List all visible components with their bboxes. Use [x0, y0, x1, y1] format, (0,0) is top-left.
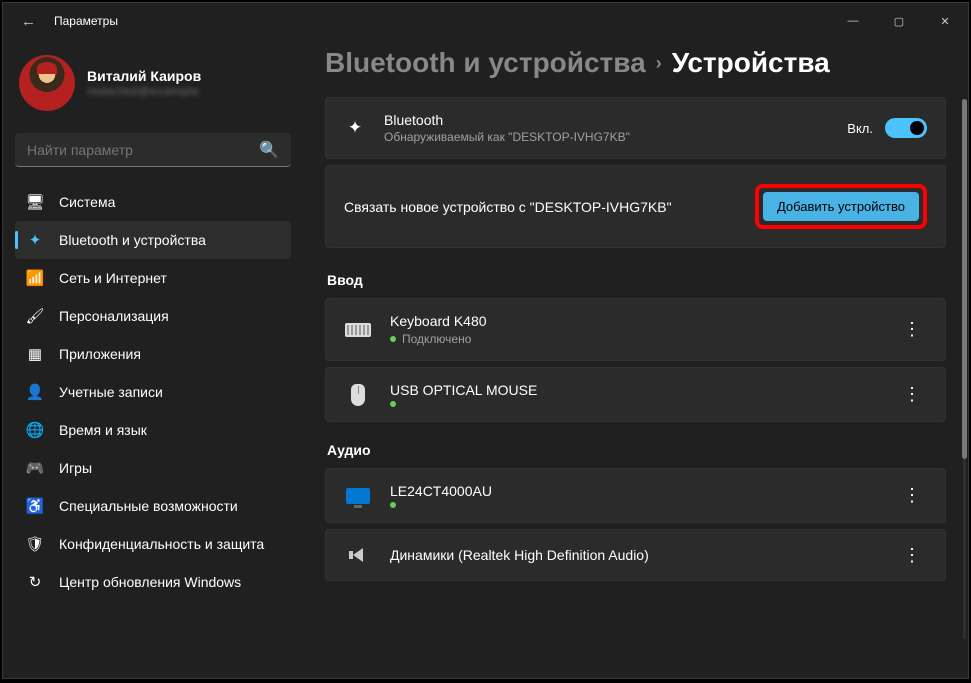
- main-content: Bluetooth и устройства › Устройства ✦ Bl…: [303, 39, 968, 678]
- device-name: Keyboard K480: [390, 313, 487, 329]
- status-dot: [390, 336, 396, 342]
- user-profile[interactable]: Виталий Каиров redacted@example: [15, 51, 291, 115]
- window-controls: ― ▢ ✕: [830, 3, 968, 39]
- settings-window: ← Параметры ― ▢ ✕ Виталий Каиров redacte…: [2, 2, 969, 679]
- add-device-button[interactable]: Добавить устройство: [763, 192, 919, 221]
- nav-label: Система: [59, 194, 115, 210]
- search-icon: 🔍: [259, 140, 279, 160]
- nav-network[interactable]: 📶 Сеть и Интернет: [15, 259, 291, 297]
- search-input[interactable]: [27, 142, 259, 158]
- breadcrumb: Bluetooth и устройства › Устройства: [325, 47, 946, 79]
- nav-label: Игры: [59, 460, 92, 476]
- pair-device-card: Связать новое устройство с "DESKTOP-IVHG…: [325, 165, 946, 248]
- mouse-icon: [344, 384, 372, 406]
- nav-apps[interactable]: ▦ Приложения: [15, 335, 291, 373]
- nav-accounts[interactable]: 👤 Учетные записи: [15, 373, 291, 411]
- bluetooth-toggle-card: ✦ Bluetooth Обнаруживаемый как "DESKTOP-…: [325, 97, 946, 159]
- nav-time[interactable]: 🌐 Время и язык: [15, 411, 291, 449]
- device-status: [390, 401, 537, 407]
- maximize-button[interactable]: ▢: [876, 3, 922, 39]
- titlebar: ← Параметры ― ▢ ✕: [3, 3, 968, 39]
- scrollbar-thumb[interactable]: [962, 99, 967, 459]
- device-row-monitor[interactable]: LE24CT4000AU ⋮: [325, 468, 946, 523]
- nav-label: Конфиденциальность и защита: [59, 536, 264, 552]
- shield-icon: 🛡: [25, 534, 45, 554]
- device-row-keyboard[interactable]: Keyboard K480 Подключено ⋮: [325, 298, 946, 361]
- monitor-icon: [344, 485, 372, 507]
- nav-label: Сеть и Интернет: [59, 270, 167, 286]
- device-name: USB OPTICAL MOUSE: [390, 382, 537, 398]
- toggle-state-label: Вкл.: [847, 121, 873, 136]
- search-box[interactable]: 🔍: [15, 133, 291, 167]
- gamepad-icon: 🎮: [25, 458, 45, 478]
- device-row-speakers[interactable]: Динамики (Realtek High Definition Audio)…: [325, 529, 946, 581]
- section-title-audio: Аудио: [327, 442, 946, 458]
- more-options-button[interactable]: ⋮: [899, 384, 927, 405]
- nav-bluetooth[interactable]: ✦ Bluetooth и устройства: [15, 221, 291, 259]
- apps-icon: ▦: [25, 344, 45, 364]
- chevron-right-icon: ›: [656, 53, 662, 74]
- system-icon: 🖥: [25, 192, 45, 212]
- device-status: [390, 502, 492, 508]
- breadcrumb-current: Устройства: [672, 47, 830, 79]
- nav-label: Приложения: [59, 346, 141, 362]
- nav-label: Специальные возможности: [59, 498, 238, 514]
- nav-accessibility[interactable]: ♿ Специальные возможности: [15, 487, 291, 525]
- nav-gaming[interactable]: 🎮 Игры: [15, 449, 291, 487]
- device-name: LE24CT4000AU: [390, 483, 492, 499]
- close-button[interactable]: ✕: [922, 3, 968, 39]
- nav-label: Учетные записи: [59, 384, 163, 400]
- bluetooth-title: Bluetooth: [384, 112, 630, 128]
- nav-label: Персонализация: [59, 308, 169, 324]
- globe-icon: 🌐: [25, 420, 45, 440]
- keyboard-icon: [344, 319, 372, 341]
- bluetooth-subtitle: Обнаруживаемый как "DESKTOP-IVHG7KB": [384, 130, 630, 144]
- nav-privacy[interactable]: 🛡 Конфиденциальность и защита: [15, 525, 291, 563]
- bluetooth-toggle[interactable]: [885, 118, 927, 138]
- avatar: [19, 55, 75, 111]
- bluetooth-icon: ✦: [344, 118, 366, 138]
- nav-label: Время и язык: [59, 422, 147, 438]
- wifi-icon: 📶: [25, 268, 45, 288]
- window-title: Параметры: [54, 14, 118, 28]
- nav-list: 🖥 Система ✦ Bluetooth и устройства 📶 Сеть и…: [15, 183, 291, 601]
- breadcrumb-parent[interactable]: Bluetooth и устройства: [325, 47, 646, 79]
- back-button[interactable]: ←: [15, 9, 42, 34]
- speaker-icon: [344, 544, 372, 566]
- pair-label: Связать новое устройство с "DESKTOP-IVHG…: [344, 199, 672, 215]
- device-name: Динамики (Realtek High Definition Audio): [390, 547, 649, 563]
- status-dot: [390, 502, 396, 508]
- device-row-mouse[interactable]: USB OPTICAL MOUSE ⋮: [325, 367, 946, 422]
- status-dot: [390, 401, 396, 407]
- more-options-button[interactable]: ⋮: [899, 545, 927, 566]
- user-email: redacted@example: [87, 84, 201, 98]
- accessibility-icon: ♿: [25, 496, 45, 516]
- user-name: Виталий Каиров: [87, 68, 201, 84]
- brush-icon: 🖌: [25, 306, 45, 326]
- nav-personalization[interactable]: 🖌 Персонализация: [15, 297, 291, 335]
- highlight-box: Добавить устройство: [755, 184, 927, 229]
- nav-system[interactable]: 🖥 Система: [15, 183, 291, 221]
- more-options-button[interactable]: ⋮: [899, 485, 927, 506]
- bluetooth-icon: ✦: [25, 230, 45, 250]
- update-icon: ↻: [25, 572, 45, 592]
- minimize-button[interactable]: ―: [830, 3, 876, 39]
- nav-update[interactable]: ↻ Центр обновления Windows: [15, 563, 291, 601]
- sidebar: Виталий Каиров redacted@example 🔍 🖥 Систе…: [3, 39, 303, 678]
- more-options-button[interactable]: ⋮: [899, 319, 927, 340]
- nav-label: Bluetooth и устройства: [59, 232, 206, 248]
- device-status: Подключено: [390, 332, 487, 346]
- user-icon: 👤: [25, 382, 45, 402]
- section-title-input: Ввод: [327, 272, 946, 288]
- nav-label: Центр обновления Windows: [59, 574, 241, 590]
